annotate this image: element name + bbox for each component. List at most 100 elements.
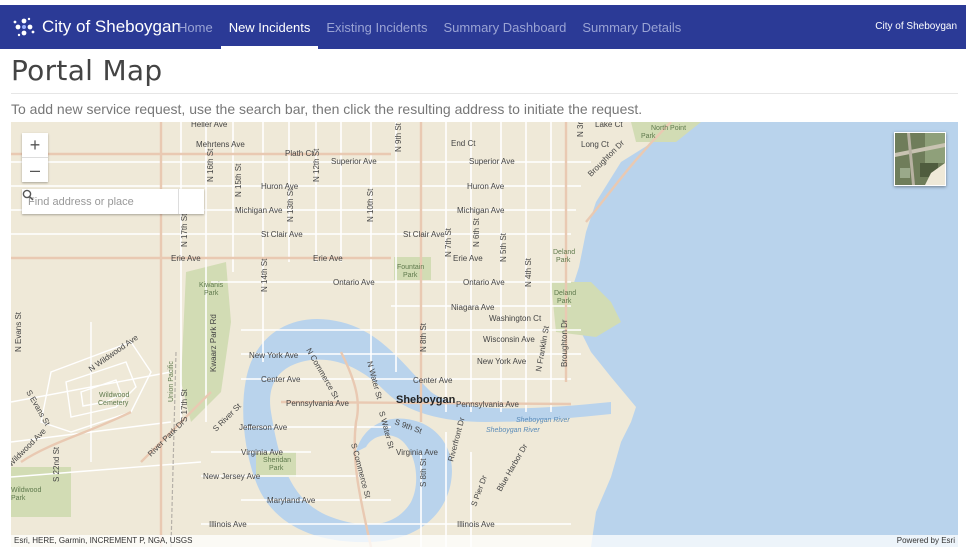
street-label: Superior Ave [469,157,515,166]
river-label: Sheboygan River [516,417,570,424]
street-label: Lake Ct [595,122,623,129]
park-label: Sheridan [263,457,291,464]
street-label: Long Ct [581,140,610,149]
street-label: N 6th St [472,217,481,247]
street-label: Mehrtens Ave [196,140,245,149]
park-label: Wildwood [11,487,41,494]
street-label: N 13th St [286,188,295,222]
park-label: Deland [554,290,576,297]
street-label: Erie Ave [313,254,343,263]
street-label: N 10th St [366,188,375,222]
street-label: N 8th St [419,322,428,352]
street-label: Erie Ave [171,254,201,263]
street-label: S 22nd St [52,446,61,482]
street-label: St Clair Ave [403,230,445,239]
map-search [22,189,204,214]
park-label: North Point [651,125,686,132]
street-label: S Pier Dr [469,474,489,508]
park-label: Park [403,272,418,279]
park-label: Kiwanis [199,282,224,289]
map-view[interactable]: Heller Ave Mehrtens Ave Plath Ct Superio… [11,122,958,547]
street-label: Huron Ave [467,182,505,191]
street-label: N 16th St [206,148,215,182]
search-input[interactable] [22,189,179,214]
street-label: Ontario Ave [463,278,505,287]
street-label: Center Ave [261,375,301,384]
brand-logo-icon [13,17,35,37]
zoom-out-button[interactable]: – [22,158,48,182]
street-label: N Wildwood Ave [87,333,140,374]
street-label: Blue Harbor Dr [495,442,530,493]
street-label: Wildwood Ave [11,426,48,468]
street-label: Pennsylvania Ave [456,400,520,409]
nav-user-label[interactable]: City of Sheboygan [875,5,957,49]
title-divider [11,93,958,94]
instruction-text: To add new service request, use the sear… [11,101,643,117]
park-label: Park [204,290,219,297]
street-label: N 15th St [234,163,243,197]
street-label: Michigan Ave [457,206,505,215]
zoom-in-button[interactable]: + [22,133,48,157]
street-label: Superior Ave [331,157,377,166]
street-label: Illinois Ave [209,520,247,529]
nav-new-incidents[interactable]: New Incidents [220,5,319,49]
street-label: Riverfront Dr [446,416,467,462]
street-label: S Commerce St [349,442,373,500]
street-label: Pennsylvania Ave [286,399,350,408]
search-button[interactable] [22,189,204,214]
river-label: Sheboygan River [486,427,540,434]
street-label: Illinois Ave [457,520,495,529]
street-label: N 17th St [180,213,189,247]
street-label: S 17th St [180,388,189,422]
street-label: Heller Ave [191,122,228,129]
street-label: Michigan Ave [235,206,283,215]
street-label: N Evans St [14,311,23,352]
park-label: Park [11,495,26,502]
navbar: City of Sheboygan Home New Incidents Exi… [0,5,966,49]
park-label: Park [556,257,571,264]
basemap-toggle[interactable] [894,132,946,186]
street-label: Jefferson Ave [239,423,288,432]
street-label: Plath Ct [285,149,314,158]
park-label: Park [641,133,656,140]
street-label: New York Ave [249,351,299,360]
nav-home[interactable]: Home [170,5,221,49]
park-label: Cemetery [98,400,129,407]
street-label: N 9th St [394,122,403,152]
street-label: New Jersey Ave [203,472,261,481]
powered-by-link[interactable]: Powered by Esri [897,536,955,545]
park-label: Deland [553,249,575,256]
street-label: N 5th St [499,232,508,262]
park-label: Wildwood [99,392,129,399]
street-label: N Franklin St [534,324,551,372]
street-label: Virginia Ave [396,448,439,457]
street-label: St Clair Ave [261,230,303,239]
street-label: Niagara Ave [451,303,495,312]
park-label: Park [557,298,572,305]
attribution-text: Esri, HERE, Garmin, INCREMENT P, NGA, US… [14,536,193,545]
nav-summary-details[interactable]: Summary Details [574,5,689,49]
street-label: Center Ave [413,376,453,385]
street-label: Wisconsin Ave [483,335,535,344]
street-label: Broughton Dr [560,319,569,367]
zoom-control: + – [22,133,48,182]
brand-name: City of Sheboygan [42,17,181,36]
street-label: S 8th St [419,458,428,487]
street-label: N 14th St [260,258,269,292]
search-icon [22,189,34,201]
street-label: N 12th St [312,148,321,182]
street-label: Erie Ave [453,254,483,263]
park-label: Union Pacific [168,361,175,402]
map-attribution: Esri, HERE, Garmin, INCREMENT P, NGA, US… [11,535,958,547]
satellite-thumbnail-icon [895,133,945,185]
basemap-canvas: Heller Ave Mehrtens Ave Plath Ct Superio… [11,122,958,547]
street-label: Kwaarz Park Rd [209,314,218,372]
street-label: End Ct [451,139,476,148]
street-label: N 7th St [444,227,453,257]
nav-summary-dashboard[interactable]: Summary Dashboard [436,5,575,49]
park-label: Fountain [397,264,424,271]
street-label: Virginia Ave [241,448,284,457]
brand[interactable]: City of Sheboygan [12,13,181,41]
nav-existing-incidents[interactable]: Existing Incidents [318,5,435,49]
street-label: New York Ave [477,357,527,366]
